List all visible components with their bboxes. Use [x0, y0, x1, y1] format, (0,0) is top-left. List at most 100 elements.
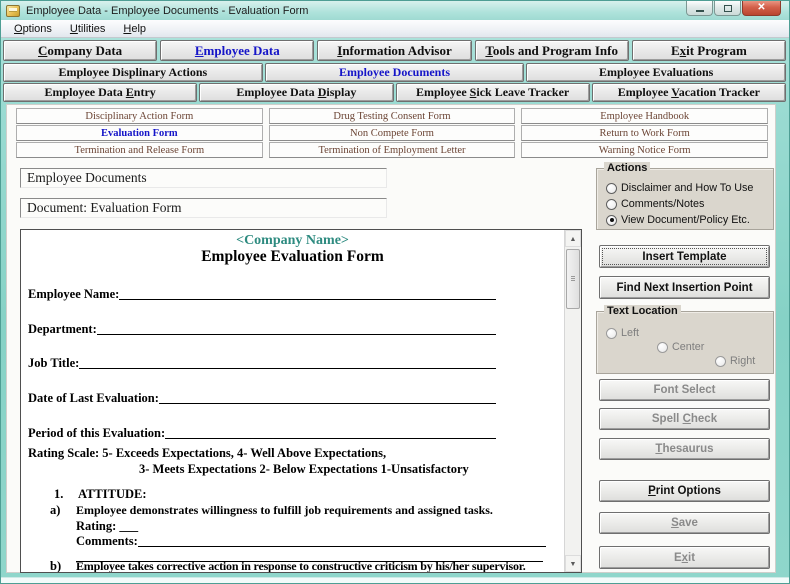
doc-btn-disciplinary-action-form[interactable]: Disciplinary Action Form [16, 108, 263, 124]
doc-btn-termination-release-form[interactable]: Termination and Release Form [16, 142, 263, 158]
document-scrollbar[interactable]: ▲ ▼ [564, 230, 581, 572]
radio-icon[interactable] [606, 328, 617, 339]
doc-rating-scale-line2: 3- Meets Expectations 2- Below Expectati… [139, 462, 469, 477]
tab-employee-data[interactable]: Employee Data [160, 40, 314, 61]
minimize-button[interactable] [686, 1, 713, 16]
doc-item-a-number: a) [50, 503, 60, 518]
doc-btn-termination-employment-letter[interactable]: Termination of Employment Letter [269, 142, 516, 158]
doc-field-date-last-evaluation: Date of Last Evaluation: [28, 391, 496, 406]
radio-text-center[interactable]: Center [657, 341, 704, 353]
window-title: Employee Data - Employee Documents - Eva… [26, 5, 308, 17]
arrow-up-icon: ▲ [570, 235, 577, 243]
text-location-group-label: Text Location [604, 305, 681, 317]
scroll-up-button[interactable]: ▲ [565, 230, 581, 247]
doc-section1-title: ATTITUDE: [78, 487, 147, 502]
title-bar: Employee Data - Employee Documents - Eva… [1, 1, 789, 20]
scrollbar-thumb[interactable] [566, 249, 580, 309]
tab-employee-data-entry[interactable]: Employee Data Entry [3, 83, 197, 102]
doc-section1-number: 1. [54, 487, 63, 502]
menu-options[interactable]: Options [5, 22, 61, 36]
app-window: Employee Data - Employee Documents - Eva… [0, 0, 790, 584]
section-label: Employee Documents [20, 168, 387, 188]
nav-row-trackers: Employee Data Entry Employee Data Displa… [3, 83, 786, 102]
tab-tools-program-info[interactable]: Tools and Program Info [475, 40, 629, 61]
radio-disclaimer-how-to-use[interactable]: Disclaimer and How To Use [606, 182, 753, 194]
tab-employee-vacation-tracker[interactable]: Employee Vacation Tracker [592, 83, 786, 102]
doc-item-a-comments: Comments: [76, 534, 546, 549]
blank-line [97, 322, 496, 335]
text-location-group: Text Location Left Center Right [596, 311, 774, 374]
arrow-down-icon: ▼ [570, 560, 577, 568]
spell-check-button[interactable]: Spell Check [599, 408, 770, 430]
window-controls: ✕ [685, 1, 781, 16]
radio-icon[interactable] [606, 215, 617, 226]
radio-text-left[interactable]: Left [606, 327, 639, 339]
radio-icon[interactable] [606, 199, 617, 210]
blank-line [138, 534, 546, 547]
doc-item-a-rating: Rating: ___ [76, 519, 138, 534]
radio-icon[interactable] [657, 342, 668, 353]
nav-row-main: Company Data Employee Data Information A… [3, 40, 786, 61]
doc-rating-scale-line1: Rating Scale: 5- Exceeds Expectations, 4… [28, 446, 386, 461]
save-button[interactable]: Save [599, 512, 770, 534]
tab-exit-program[interactable]: Exit Program [632, 40, 786, 61]
blank-line [79, 356, 496, 369]
maximize-button[interactable] [714, 1, 741, 16]
document-viewer[interactable]: <Company Name> Employee Evaluation Form … [20, 229, 582, 573]
doc-field-department: Department: [28, 322, 496, 337]
menu-help[interactable]: Help [114, 22, 155, 36]
doc-field-job-title: Job Title: [28, 356, 496, 371]
doc-title: Employee Evaluation Form [21, 248, 564, 266]
doc-btn-employee-handbook[interactable]: Employee Handbook [521, 108, 768, 124]
actions-group: Actions Disclaimer and How To Use Commen… [596, 168, 774, 230]
minimize-icon [696, 10, 704, 12]
doc-item-a-text: Employee demonstrates willingness to ful… [76, 503, 493, 518]
doc-company-name: <Company Name> [21, 233, 564, 249]
doc-btn-non-compete-form[interactable]: Non Compete Form [269, 125, 516, 141]
window-bottom-frame [1, 577, 789, 583]
doc-btn-drug-testing-consent-form[interactable]: Drug Testing Consent Form [269, 108, 516, 124]
main-panel: Disciplinary Action Form Drug Testing Co… [6, 104, 776, 573]
tab-employee-disciplinary-actions[interactable]: Employee Displinary Actions [3, 63, 263, 82]
menu-utilities[interactable]: Utilities [61, 22, 114, 36]
close-button[interactable]: ✕ [742, 1, 781, 16]
exit-button[interactable]: Exit [599, 546, 770, 569]
tab-employee-evaluations[interactable]: Employee Evaluations [526, 63, 786, 82]
thesaurus-button[interactable]: Thesaurus [599, 438, 770, 460]
doc-item-b-number: b) [50, 559, 61, 572]
radio-icon[interactable] [715, 356, 726, 367]
scroll-down-button[interactable]: ▼ [565, 555, 581, 572]
radio-comments-notes[interactable]: Comments/Notes [606, 198, 704, 210]
print-options-button[interactable]: Print Options [599, 480, 770, 502]
tab-employee-sick-leave-tracker[interactable]: Employee Sick Leave Tracker [396, 83, 590, 102]
doc-item-b-rating-clipped: Rating: [76, 570, 116, 572]
font-select-button[interactable]: Font Select [599, 379, 770, 401]
doc-field-employee-name: Employee Name: [28, 287, 496, 302]
doc-field-period-this-evaluation: Period of this Evaluation: [28, 426, 496, 441]
tab-employee-documents[interactable]: Employee Documents [265, 63, 525, 82]
document-content: <Company Name> Employee Evaluation Form … [21, 230, 564, 572]
blank-line [119, 287, 496, 300]
document-buttons-grid: Disciplinary Action Form Drug Testing Co… [16, 108, 768, 158]
radio-view-document-policy[interactable]: View Document/Policy Etc. [606, 214, 750, 226]
maximize-icon [724, 5, 732, 12]
document-label: Document: Evaluation Form [20, 198, 387, 218]
doc-btn-return-to-work-form[interactable]: Return to Work Form [521, 125, 768, 141]
radio-icon[interactable] [606, 183, 617, 194]
nav-row-employee: Employee Displinary Actions Employee Doc… [3, 63, 786, 82]
doc-item-b-text: Employee takes corrective action in resp… [76, 559, 526, 572]
blank-line [159, 391, 496, 404]
insert-template-button[interactable]: Insert Template [599, 245, 770, 268]
tab-company-data[interactable]: Company Data [3, 40, 157, 61]
radio-text-right[interactable]: Right [715, 355, 755, 367]
tab-information-advisor[interactable]: Information Advisor [317, 40, 471, 61]
doc-btn-warning-notice-form[interactable]: Warning Notice Form [521, 142, 768, 158]
app-icon [6, 5, 20, 17]
tab-employee-data-display[interactable]: Employee Data Display [199, 83, 393, 102]
doc-btn-evaluation-form[interactable]: Evaluation Form [16, 125, 263, 141]
blank-line [165, 426, 496, 439]
actions-group-label: Actions [604, 162, 650, 174]
find-next-insertion-point-button[interactable]: Find Next Insertion Point [599, 276, 770, 299]
scrollbar-grip-icon [571, 276, 575, 282]
close-icon: ✕ [757, 3, 765, 13]
